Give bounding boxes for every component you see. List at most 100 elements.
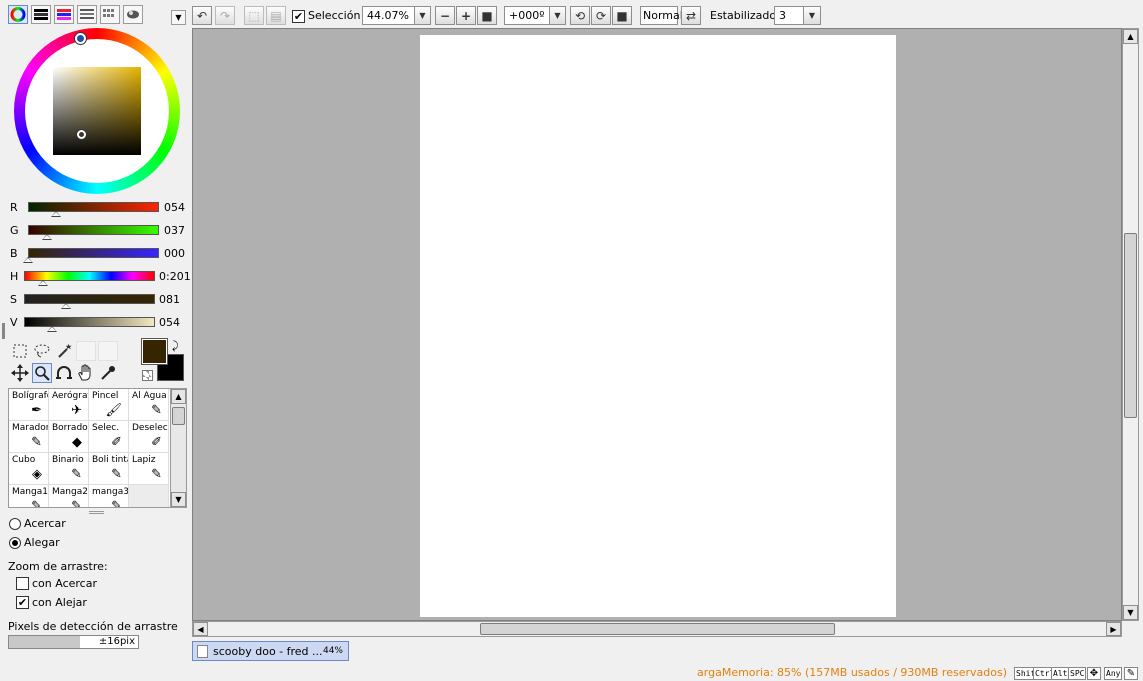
brush-name: Binario [52,455,84,465]
brush-slot[interactable]: Pincel 🖌 [89,389,129,421]
swatch-mode-button[interactable] [77,5,97,24]
stabilizer-field[interactable]: 3 [774,6,806,25]
hsv-slider-mode-button[interactable] [54,5,74,24]
deselect-button[interactable]: ⬚ [244,6,264,25]
magic-wand-tool[interactable] [54,341,74,361]
sv-cursor[interactable] [77,130,86,139]
brush-slot[interactable]: Lapiz ✎ [129,453,169,485]
brush-slot[interactable]: Manga2 ✎ [49,485,89,507]
scroll-down-arrow[interactable]: ▼ [1123,605,1138,620]
horizontal-scrollbar[interactable]: ◀ ▶ [192,621,1122,637]
panel-resize-grip[interactable] [89,511,104,514]
brush-slot[interactable]: manga3 ✎ [89,485,129,507]
brush-slot[interactable]: Marador ✎ [9,421,49,453]
drawing-canvas[interactable] [420,35,896,617]
brush-slot[interactable]: Borrador ◆ [49,421,89,453]
pixel-detect-slider[interactable]: ±16pix [8,635,139,649]
vertical-scrollbar[interactable]: ▲ ▼ [1122,28,1139,621]
document-tab[interactable]: scooby doo - fred ... 44% [192,641,349,661]
rotation-dropdown-button[interactable]: ▼ [549,6,566,25]
slider-track-b[interactable] [28,248,159,258]
brush-grid-scrollbar[interactable]: ▲ ▼ [170,388,187,508]
lasso-tool[interactable] [32,341,52,361]
lasso-icon [34,344,50,358]
undo-button[interactable]: ↶ [192,6,212,25]
palette-mode-button[interactable] [100,5,120,24]
rotate-left-button[interactable]: ⟲ [570,6,590,25]
zoom-tool[interactable] [32,363,52,383]
move-tool[interactable] [10,363,30,383]
slider-thumb-h[interactable] [37,280,48,286]
con-alejar-label: con Alejar [32,596,87,609]
brush-slot[interactable]: Deselec. ✐ [129,421,169,453]
con-acercar-checkbox[interactable] [16,577,29,590]
rect-select-tool[interactable] [10,341,30,361]
slider-track-s[interactable] [24,294,155,304]
brush-slot[interactable]: Manga1 ✎ [9,485,49,508]
vertical-scroll-thumb[interactable] [1124,233,1137,418]
con-alejar-checkbox[interactable]: ✔ [16,596,29,609]
rotation-reset-button[interactable]: ■ [612,6,632,25]
rect-select-icon [13,344,27,358]
slider-track-r[interactable] [28,202,159,212]
scroll-up-arrow[interactable]: ▲ [171,389,186,404]
brush-name: Borrador [52,423,89,433]
zoom-reset-button[interactable]: ■ [477,6,497,25]
saturation-value-square[interactable] [53,67,141,155]
seleccion-checkbox[interactable]: ✔ [292,10,305,23]
redo-button[interactable]: ↷ [215,6,235,25]
stabilizer-dropdown-button[interactable]: ▼ [803,6,821,25]
brush-slot[interactable]: Binario ✎ [49,453,89,485]
scroll-left-arrow[interactable]: ◀ [193,622,208,636]
color-wheel-mode-button[interactable] [8,5,28,24]
zoom-out-button[interactable]: − [435,6,455,25]
brush-slot[interactable]: Selec. ✐ [89,421,129,453]
scroll-down-arrow[interactable]: ▼ [171,492,186,507]
rotate-tool[interactable] [54,363,74,383]
transparent-color-icon[interactable] [142,370,153,381]
panel-menu-button[interactable]: ▼ [171,10,186,25]
panel-side-grip[interactable] [2,323,5,339]
pixel-detect-value: ±16pix [98,636,135,647]
invert-selection-button[interactable]: ▤ [266,6,286,25]
brush-slot[interactable]: Aerógrafo ✈ [49,389,89,421]
rotation-field[interactable]: +000º [504,6,550,25]
zoom-in-button[interactable]: + [456,6,476,25]
horizontal-scroll-thumb[interactable] [480,623,835,635]
hue-cursor[interactable] [75,33,86,44]
manga-pen-icon: ✎ [31,499,42,508]
zoom-level-field[interactable]: 44.07% [362,6,416,25]
slider-thumb-b[interactable] [23,257,33,263]
brush-slot[interactable]: Al Agua ✎ [129,389,169,421]
brush-slot[interactable]: Bolígrafo ✒ [9,389,49,421]
slider-label-v: V [10,316,18,329]
brush-slot[interactable]: Cubo ◈ [9,453,49,485]
brush-slot[interactable]: Boli tinta ✎ [89,453,129,485]
scroll-right-arrow[interactable]: ▶ [1106,622,1121,636]
eyedropper-tool[interactable] [98,363,118,383]
brush-name: Boli tinta [92,455,129,465]
flip-horizontal-button[interactable]: ⇄ [681,6,701,25]
brush-scroll-thumb[interactable] [172,407,185,425]
slider-thumb-v[interactable] [46,326,57,332]
slider-track-v[interactable] [24,317,155,327]
blend-mode-field[interactable]: Normal [640,6,683,25]
slider-thumb-r[interactable] [50,211,61,217]
scroll-up-arrow[interactable]: ▲ [1123,29,1138,44]
hue-ring[interactable] [14,28,180,194]
hand-tool[interactable] [76,363,96,383]
slider-label-h: H [10,270,19,283]
alegar-radio[interactable] [9,537,21,549]
slider-thumb-g[interactable] [41,234,52,240]
ink-pen-icon: ✎ [111,467,122,482]
slider-label-g: G [10,224,19,237]
slider-thumb-s[interactable] [60,303,71,309]
document-tab-name: scooby doo - fred ... [213,645,323,658]
primary-color-swatch[interactable] [141,338,168,365]
swap-colors-icon[interactable]: ⤸ [172,339,179,353]
rgb-slider-mode-button[interactable] [31,5,51,24]
acercar-radio[interactable] [9,518,21,530]
rotate-right-button[interactable]: ⟳ [591,6,611,25]
zoom-dropdown-button[interactable]: ▼ [414,6,431,25]
scratchpad-mode-button[interactable] [123,5,143,24]
